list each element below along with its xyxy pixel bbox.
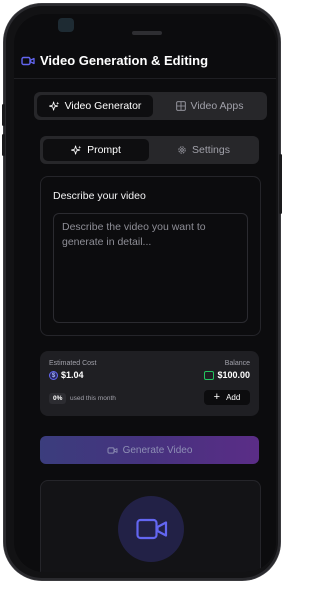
sparkles-icon — [48, 101, 59, 111]
video-camera-icon — [107, 446, 118, 454]
video-preview-area — [40, 480, 261, 572]
tab-prompt[interactable]: Prompt — [43, 139, 149, 161]
prompt-label: Describe your video — [53, 190, 146, 202]
tab-video-generator[interactable]: Video Generator — [37, 95, 153, 117]
estimated-cost-label: Estimated Cost — [49, 360, 97, 367]
power-button — [279, 154, 282, 214]
tab-settings[interactable]: Settings — [151, 139, 256, 161]
balance-amount: $100.00 — [217, 370, 250, 380]
grid-icon — [175, 101, 186, 111]
add-funds-label: Add — [226, 393, 241, 402]
page-title: Video Generation & Editing — [40, 53, 209, 68]
app-header: Video Generation & Editing — [14, 44, 276, 79]
volume-down-button — [2, 134, 5, 156]
mode-switch: Video Generator Video Apps — [34, 92, 267, 120]
balance-label: Balance — [224, 360, 250, 367]
usage-text: used this month — [70, 395, 116, 402]
estimated-cost-amount: $1.04 — [61, 370, 84, 380]
tab-prompt-label: Prompt — [87, 144, 121, 156]
tab-video-apps[interactable]: Video Apps — [155, 95, 264, 117]
prompt-card: Describe your video — [40, 176, 261, 336]
cost-card: Estimated Cost $ $1.04 Balance $100.00 0… — [40, 351, 259, 416]
video-camera-icon — [21, 56, 35, 66]
plus-icon: + — [213, 391, 221, 403]
speaker-grille — [132, 31, 162, 35]
sub-tabs: Prompt Settings — [40, 136, 259, 164]
preview-placeholder — [118, 496, 184, 562]
front-camera — [58, 18, 74, 32]
status-area — [14, 14, 276, 42]
estimated-cost-value: $ $1.04 — [49, 370, 84, 380]
coin-icon: $ — [49, 370, 58, 380]
usage-badge: 0% — [49, 393, 67, 404]
phone-frame: Video Generation & Editing Video Generat… — [2, 4, 282, 580]
video-camera-icon — [136, 518, 168, 540]
add-funds-button[interactable]: + Add — [204, 390, 250, 405]
generate-video-label: Generate Video — [122, 444, 193, 456]
gear-icon — [178, 146, 186, 154]
tab-video-generator-label: Video Generator — [64, 100, 142, 112]
balance-value: $100.00 — [204, 370, 250, 380]
tab-settings-label: Settings — [192, 144, 230, 156]
prompt-input[interactable] — [53, 213, 248, 323]
sparkles-icon — [71, 145, 82, 155]
volume-up-button — [2, 104, 5, 126]
tab-video-apps-label: Video Apps — [190, 100, 244, 112]
generate-video-button[interactable]: Generate Video — [40, 436, 259, 464]
app-screen: Video Generation & Editing Video Generat… — [14, 14, 276, 572]
wallet-icon — [204, 370, 215, 380]
